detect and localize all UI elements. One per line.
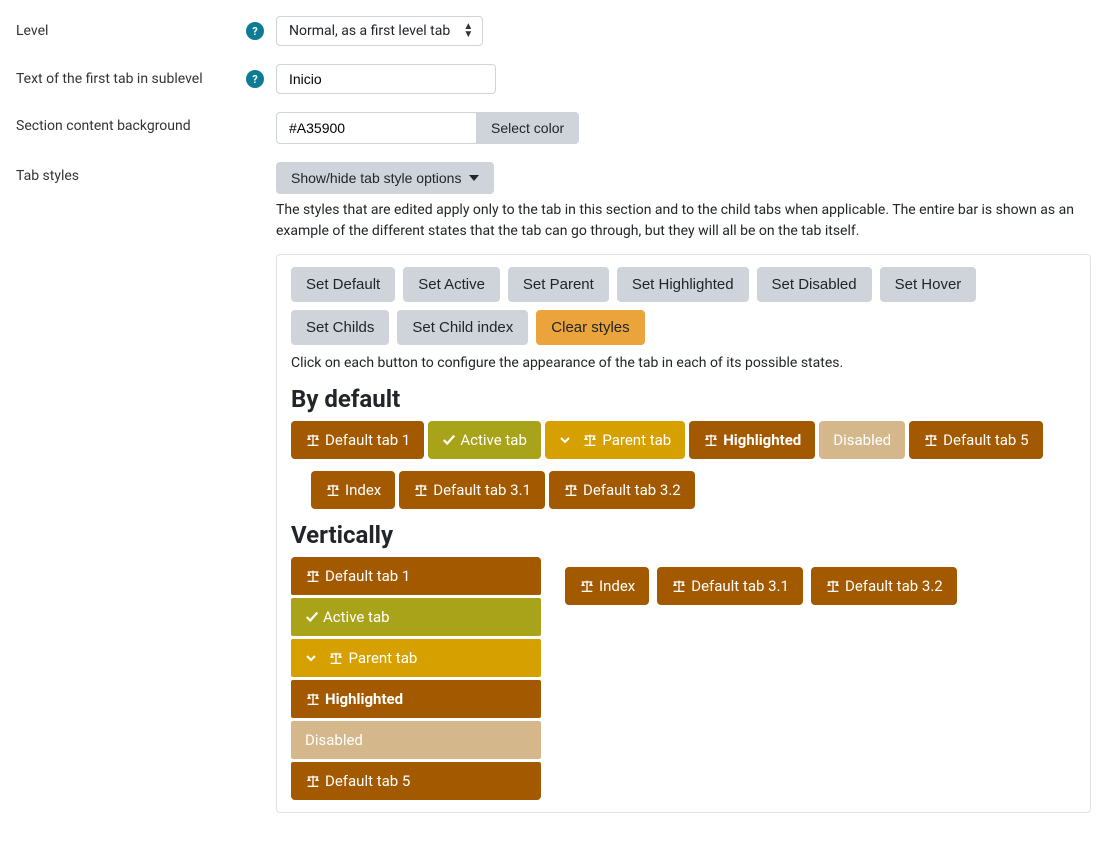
first-tab-text-label: Text of the first tab in sublevel [16,71,203,87]
scale-icon [305,433,321,447]
preview-tab[interactable]: Default tab 1 [291,557,541,595]
scale-icon [325,483,341,497]
preview-tab[interactable]: Index [565,567,649,605]
scale-icon [328,651,344,665]
scale-icon [305,569,321,583]
tab-label: Default tab 3.1 [433,481,531,499]
preview-tab[interactable]: Parent tab [291,639,541,677]
style-state-button[interactable]: Set Active [403,267,500,302]
by-default-heading: By default [291,385,1076,413]
tab-styles-panel: Set DefaultSet ActiveSet ParentSet Highl… [276,254,1091,813]
preview-tab[interactable]: Default tab 1 [291,421,424,459]
level-value: Normal, as a first level tab [289,23,450,39]
preview-tab[interactable]: Default tab 3.2 [811,567,957,605]
preview-tab[interactable]: Default tab 3.1 [399,471,545,509]
preview-tab: Disabled [819,421,905,459]
style-note: Click on each button to configure the ap… [291,355,1076,371]
preview-tab[interactable]: Active tab [291,598,541,636]
style-state-button[interactable]: Set Highlighted [617,267,749,302]
tab-label: Active tab [323,608,390,626]
scale-icon [413,483,429,497]
chevron-down-icon [559,434,571,446]
tab-label: Active tab [460,431,527,449]
scale-icon [825,579,841,593]
tab-label: Parent tab [348,649,417,667]
first-tab-text-input[interactable] [276,64,496,94]
scale-icon [563,483,579,497]
preview-tab[interactable]: Default tab 3.1 [657,567,803,605]
preview-tab: Disabled [291,721,541,759]
tab-label: Highlighted [325,690,403,708]
tab-label: Default tab 5 [325,772,410,790]
preview-tab[interactable]: Highlighted [291,680,541,718]
style-state-button[interactable]: Set Childs [291,310,389,345]
level-select[interactable]: Normal, as a first level tab ▲▼ [276,16,483,46]
help-icon[interactable]: ? [246,22,264,40]
tab-styles-help: The styles that are edited apply only to… [276,200,1091,242]
preview-tab[interactable]: Default tab 5 [909,421,1042,459]
tab-label: Default tab 3.2 [583,481,681,499]
toggle-tab-styles-button[interactable]: Show/hide tab style options [276,162,494,194]
tab-label: Parent tab [602,431,671,449]
scale-icon [579,579,595,593]
style-state-button[interactable]: Set Parent [508,267,609,302]
tab-label: Default tab 5 [943,431,1028,449]
scale-icon [923,433,939,447]
tab-label: Index [345,481,381,499]
section-bg-input[interactable] [276,112,476,144]
scale-icon [703,433,719,447]
preview-tab[interactable]: Index [311,471,395,509]
style-state-button[interactable]: Set Disabled [757,267,872,302]
style-state-button[interactable]: Set Child index [397,310,528,345]
tab-label: Default tab 1 [325,567,410,585]
check-icon [442,433,456,447]
section-bg-label: Section content background [16,118,191,134]
preview-tab[interactable]: Parent tab [545,421,685,459]
preview-tab[interactable]: Active tab [428,421,541,459]
tab-label: Disabled [305,731,363,749]
check-icon [305,610,319,624]
scale-icon [305,774,321,788]
caret-down-icon [469,175,479,181]
style-state-button[interactable]: Set Hover [880,267,977,302]
scale-icon [305,692,321,706]
tab-label: Index [599,577,635,595]
preview-tab[interactable]: Highlighted [689,421,815,459]
preview-tab[interactable]: Default tab 5 [291,762,541,800]
tab-label: Default tab 3.1 [691,577,789,595]
help-icon[interactable]: ? [246,70,264,88]
tab-label: Disabled [833,431,891,449]
tab-label: Highlighted [723,431,801,449]
tab-styles-label: Tab styles [16,168,79,184]
tab-label: Default tab 3.2 [845,577,943,595]
toggle-label: Show/hide tab style options [291,170,461,186]
style-state-button[interactable]: Set Default [291,267,395,302]
scale-icon [671,579,687,593]
tab-label: Default tab 1 [325,431,410,449]
clear-styles-button[interactable]: Clear styles [536,310,644,345]
scale-icon [582,433,598,447]
select-color-button[interactable]: Select color [476,112,579,144]
vertically-heading: Vertically [291,521,1076,549]
level-label: Level [16,23,48,39]
preview-tab[interactable]: Default tab 3.2 [549,471,695,509]
chevron-down-icon [305,652,317,664]
